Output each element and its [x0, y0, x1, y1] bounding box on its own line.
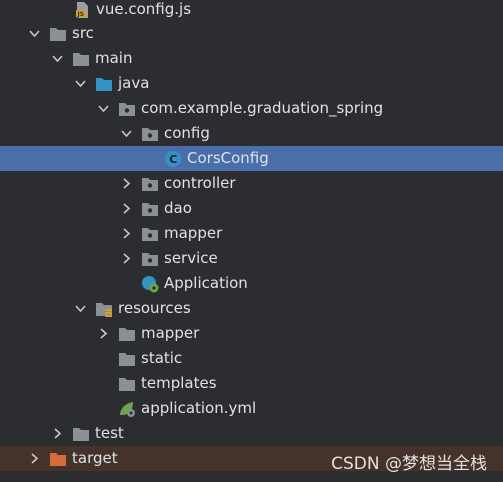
tree-item-label: vue.config.js [96, 0, 192, 18]
chevron-right-icon[interactable] [120, 227, 133, 240]
package-icon [141, 125, 159, 143]
folder-icon [118, 325, 136, 343]
tree-item-label: application.yml [141, 399, 257, 417]
tree-item-label: config [164, 124, 210, 142]
chevron-down-icon[interactable] [28, 27, 41, 40]
tree-item-application-yml[interactable]: application.yml [0, 396, 503, 421]
tree-item-label: Application [164, 274, 248, 292]
package-icon [141, 175, 159, 193]
tree-item-label: src [72, 24, 94, 42]
tree-item-label: target [72, 449, 118, 467]
chevron-right-icon[interactable] [28, 452, 41, 465]
tree-item-static[interactable]: static [0, 346, 503, 371]
tree-item-corsconfig[interactable]: C CorsConfig [0, 146, 503, 171]
chevron-down-icon[interactable] [74, 302, 87, 315]
csdn-watermark: CSDN @梦想当全栈 [331, 454, 487, 474]
tree-item-label: mapper [141, 324, 200, 342]
tree-item-mapper-folder[interactable]: mapper [0, 321, 503, 346]
project-tree: JS vue.config.js src main java com.examp… [0, 0, 503, 482]
folder-icon [72, 50, 90, 68]
tree-item-label: main [95, 49, 133, 67]
folder-icon [49, 25, 67, 43]
tree-item-test[interactable]: test [0, 421, 503, 446]
tree-item-label: resources [118, 299, 191, 317]
folder-icon [118, 350, 136, 368]
excluded-folder-icon [49, 450, 67, 468]
folder-icon [118, 375, 136, 393]
chevron-right-icon[interactable] [51, 427, 64, 440]
package-icon [141, 200, 159, 218]
tree-item-config[interactable]: config [0, 121, 503, 146]
svg-text:C: C [169, 153, 177, 166]
resources-folder-icon [95, 300, 113, 318]
tree-item-main[interactable]: main [0, 46, 503, 71]
tree-item-java[interactable]: java [0, 71, 503, 96]
package-icon [141, 225, 159, 243]
chevron-down-icon[interactable] [51, 52, 64, 65]
chevron-down-icon[interactable] [97, 102, 110, 115]
tree-item-controller[interactable]: controller [0, 171, 503, 196]
folder-icon [72, 425, 90, 443]
tree-item-resources[interactable]: resources [0, 296, 503, 321]
spring-boot-class-icon [141, 275, 159, 293]
tree-item-label: templates [141, 374, 217, 392]
package-icon [141, 250, 159, 268]
tree-item-label: dao [164, 199, 192, 217]
chevron-down-icon[interactable] [74, 77, 87, 90]
spring-config-icon [118, 400, 136, 418]
tree-item-dao[interactable]: dao [0, 196, 503, 221]
tree-item-label: CorsConfig [187, 149, 269, 167]
chevron-right-icon[interactable] [120, 177, 133, 190]
tree-item-label: controller [164, 174, 236, 192]
chevron-right-icon[interactable] [120, 252, 133, 265]
tree-item-label: java [118, 74, 150, 92]
js-file-icon: JS [73, 1, 91, 19]
tree-item-label: service [164, 249, 218, 267]
tree-item-package-root[interactable]: com.example.graduation_spring [0, 96, 503, 121]
package-icon [118, 100, 136, 118]
tree-item-label: test [95, 424, 124, 442]
chevron-right-icon[interactable] [120, 202, 133, 215]
chevron-down-icon[interactable] [120, 127, 133, 140]
tree-item-label: com.example.graduation_spring [141, 99, 384, 117]
class-icon: C [164, 150, 182, 168]
tree-item-label: static [141, 349, 183, 367]
tree-item-vue-config-js[interactable]: JS vue.config.js [0, 0, 503, 22]
tree-item-application[interactable]: Application [0, 271, 503, 296]
chevron-right-icon[interactable] [97, 327, 110, 340]
tree-item-service[interactable]: service [0, 246, 503, 271]
svg-text:JS: JS [77, 11, 85, 18]
tree-item-label: mapper [164, 224, 223, 242]
tree-item-templates[interactable]: templates [0, 371, 503, 396]
tree-item-src[interactable]: src [0, 21, 503, 46]
source-folder-icon [95, 75, 113, 93]
tree-item-mapper-package[interactable]: mapper [0, 221, 503, 246]
